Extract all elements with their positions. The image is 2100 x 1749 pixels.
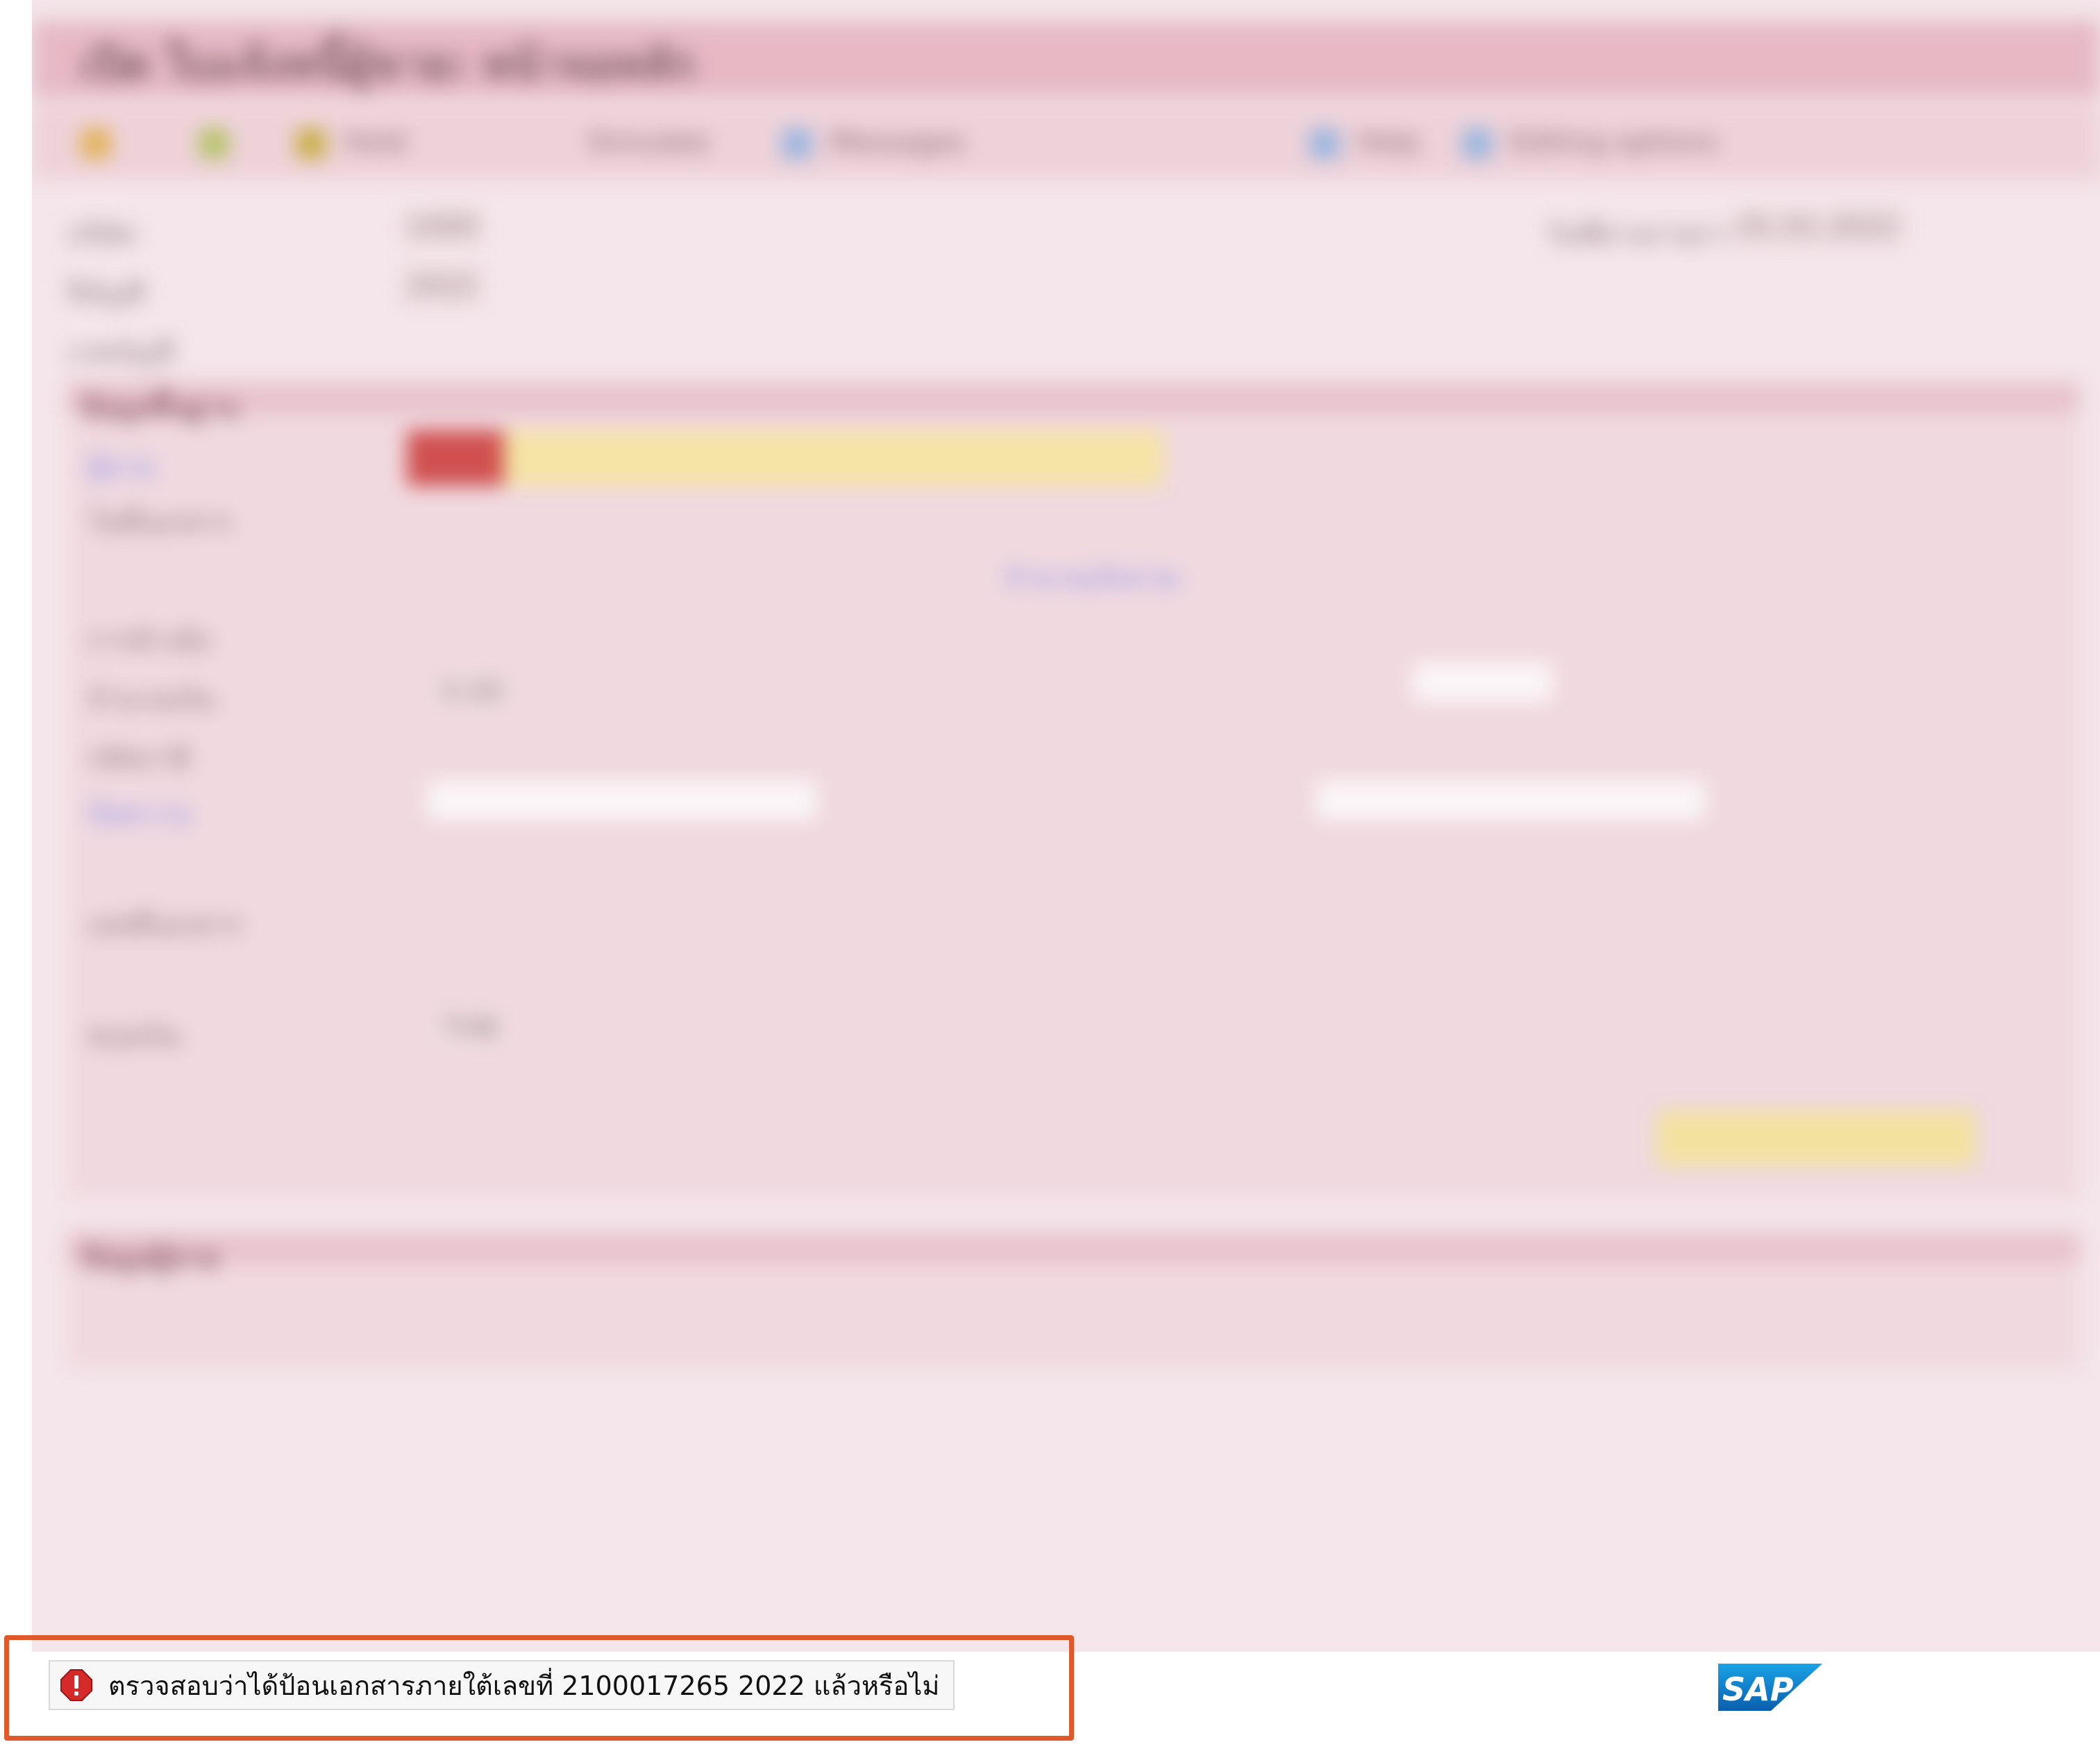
left-gutter xyxy=(0,0,32,1749)
display-icon xyxy=(199,128,229,159)
sap-window: เปิด ใบแจ้งหนี้ผู้ขาย: หน้าจอหลัก Hold S… xyxy=(32,0,2100,1652)
sap-logo: SAP xyxy=(1718,1664,1822,1711)
options-label: Editing options xyxy=(1509,126,1718,158)
toolbar-button-simulate[interactable]: Simulate xyxy=(587,121,710,163)
text-input[interactable] xyxy=(428,781,816,820)
toolbar-button-options[interactable]: Editing options xyxy=(1462,121,1717,163)
vendor-label[interactable]: ผู้ขาย xyxy=(87,444,155,489)
toolbar-button-display[interactable] xyxy=(199,121,237,163)
amount-label: จำนวนเงิน xyxy=(87,684,215,716)
messages-label: Messages xyxy=(829,126,966,158)
basic-data-section-title: ข้อมูลพื้นฐาน xyxy=(81,392,239,424)
toolbar-button-tree[interactable] xyxy=(81,121,119,163)
reference-label: การอ้างอิง xyxy=(87,625,211,657)
basic-data-section-header xyxy=(67,382,2080,414)
blurred-transaction-screen: เปิด ใบแจ้งหนี้ผู้ขาย: หน้าจอหลัก Hold S… xyxy=(32,0,2100,1652)
toolbar-button-help[interactable]: Help xyxy=(1309,121,1420,163)
sap-logo-text: SAP xyxy=(1722,1671,1794,1708)
toolbar-button-messages[interactable]: Messages xyxy=(782,121,966,163)
text-label[interactable]: ข้อความ xyxy=(87,791,191,836)
tax-code-label: รหัสภาษี xyxy=(87,743,190,775)
hold-label: Hold xyxy=(343,126,407,158)
highlight-box xyxy=(4,1635,1074,1741)
help-label: Help xyxy=(1356,126,1420,158)
options-icon xyxy=(1462,128,1493,159)
assignment-input[interactable] xyxy=(1316,781,1705,820)
fiscal-year-label: ปีบัญชี xyxy=(67,278,145,310)
doc-date-label: วันที่เอกสาร xyxy=(87,507,231,539)
window-title: เปิด ใบแจ้งหนี้ผู้ขาย: หน้าจอหลัก xyxy=(81,39,696,90)
vendor-section-header xyxy=(67,1232,2080,1264)
simulate-label: Simulate xyxy=(587,126,710,158)
basic-data-section xyxy=(67,414,2080,1198)
toolbar-button-hold[interactable]: Hold xyxy=(296,121,407,163)
vendor-required-marker xyxy=(407,430,504,486)
vendor-input[interactable] xyxy=(504,430,1164,486)
company-value[interactable]: 1000 xyxy=(400,208,485,246)
company-label: บริษัท xyxy=(67,219,136,251)
create-button[interactable] xyxy=(1656,1110,1976,1166)
message-icon xyxy=(782,128,812,159)
amount-value[interactable]: 0.00 xyxy=(435,673,511,711)
help-icon xyxy=(1309,128,1340,159)
posting-date-value[interactable]: 01.01.2022 xyxy=(1733,208,1906,246)
fiscal-year-value[interactable]: 2022 xyxy=(400,267,485,305)
calc-tax-input[interactable] xyxy=(1413,663,1552,702)
hold-icon xyxy=(296,128,326,159)
vendor-section xyxy=(67,1264,2080,1368)
currency-label: สกุลเงิน xyxy=(87,1020,180,1052)
tree-icon xyxy=(81,128,111,159)
doc-number-label: เลขที่เอกสาร xyxy=(87,909,242,941)
total-amount-label[interactable]: จำนวนเงินรวม xyxy=(1004,555,1180,600)
period-label: งวดบัญชี xyxy=(67,337,174,369)
currency-value[interactable]: THB xyxy=(435,1010,505,1047)
posting-date-label: วันที่ผ่านรายการ xyxy=(1545,219,1743,251)
vendor-section-title: ข้อมูลผู้ขาย xyxy=(81,1242,219,1274)
